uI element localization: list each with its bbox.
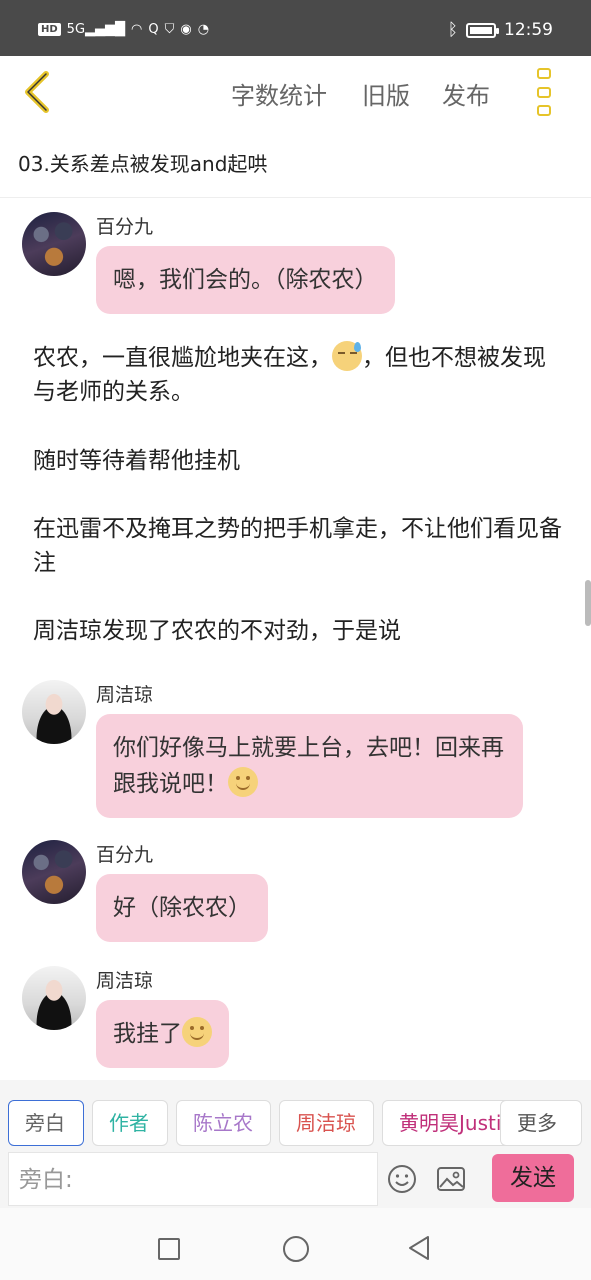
avatar[interactable] xyxy=(22,680,86,744)
bluetooth-icon: ᛒ xyxy=(447,20,458,40)
smile-emoji-icon xyxy=(228,767,258,797)
chevron-left-icon[interactable] xyxy=(18,68,62,116)
narration-text[interactable]: 周洁琼发现了农农的不对劲，于是说 xyxy=(33,614,563,648)
vertical-dots-icon[interactable] xyxy=(532,68,556,116)
avatar[interactable] xyxy=(22,840,86,904)
search-app-icon: ◔ xyxy=(197,22,210,37)
old-version-button[interactable]: 旧版 xyxy=(362,76,410,111)
bubble-text: 你们好像马上就要上台，去吧！回来再跟我说吧！ xyxy=(113,735,504,797)
circle-home-icon[interactable] xyxy=(283,1236,309,1262)
square-icon[interactable] xyxy=(158,1238,180,1260)
avatar[interactable] xyxy=(22,966,86,1030)
speaker-name: 百分九 xyxy=(96,216,154,238)
chat-bubble[interactable]: 好（除农农） xyxy=(96,874,268,942)
bubble-text: 好（除农农） xyxy=(113,895,251,921)
triangle-back-icon[interactable] xyxy=(406,1234,432,1262)
narration-part: 农农，一直很尴尬地夹在这， xyxy=(33,345,332,371)
sweat-emoji-icon xyxy=(332,341,362,371)
word-count-button[interactable]: 字数统计 xyxy=(231,76,327,111)
speaker-name: 周洁琼 xyxy=(96,970,154,992)
app-q-icon: Q xyxy=(148,22,159,37)
narration-text[interactable]: 在迅雷不及掩耳之势的把手机拿走，不让他们看见备注 xyxy=(33,512,563,580)
wifi-icon: ◠ xyxy=(131,22,143,37)
browser-icon: ◉ xyxy=(180,22,192,37)
role-chip-chenlinong[interactable]: 陈立农 xyxy=(176,1100,271,1146)
narration-text[interactable]: 农农，一直很尴尬地夹在这， ，但也不想被发现与老师的关系。 xyxy=(33,341,563,409)
status-right: ᛒ 12:59 xyxy=(448,20,553,40)
role-chip-author[interactable]: 作者 xyxy=(92,1100,168,1146)
status-bar: HD 5G▂▄▆█ ◠ Q ⛉ ◉ ◔ ᛒ 12:59 xyxy=(0,0,591,56)
publish-button[interactable]: 发布 xyxy=(442,76,490,111)
hd-icon: HD xyxy=(38,23,61,36)
avatar[interactable] xyxy=(22,212,86,276)
battery-icon xyxy=(466,22,499,38)
smile-emoji-icon xyxy=(182,1017,212,1047)
chapter-title[interactable]: 03.关系差点被发现and起哄 xyxy=(18,148,267,177)
top-toolbar: 字数统计 旧版 发布 xyxy=(0,56,591,128)
composer-panel: 旁白 作者 陈立农 周洁琼 黄明昊Justi 更多 旁白: 发送 xyxy=(0,1080,591,1208)
more-roles-button[interactable]: 更多 xyxy=(500,1100,582,1146)
scroll-indicator[interactable] xyxy=(585,580,591,626)
chat-bubble[interactable]: 嗯，我们会的。（除农农） xyxy=(96,246,395,314)
narration-text[interactable]: 随时等待着帮他挂机 xyxy=(33,444,563,478)
role-chip-huangminghao[interactable]: 黄明昊Justi xyxy=(382,1100,512,1146)
narration-input[interactable]: 旁白: xyxy=(8,1152,378,1206)
image-icon[interactable] xyxy=(436,1164,466,1194)
signal-icon: 5G▂▄▆█ xyxy=(66,22,126,37)
speaker-name: 周洁琼 xyxy=(96,684,154,706)
chat-bubble[interactable]: 我挂了 xyxy=(96,1000,229,1068)
bubble-text: 嗯，我们会的。（除农农） xyxy=(113,267,378,293)
emoji-icon[interactable] xyxy=(387,1164,417,1194)
bubble-text: 我挂了 xyxy=(113,1021,182,1047)
role-chip-zhoujieqiong[interactable]: 周洁琼 xyxy=(279,1100,374,1146)
chat-bubble[interactable]: 你们好像马上就要上台，去吧！回来再跟我说吧！ xyxy=(96,714,523,818)
clock: 12:59 xyxy=(504,20,553,40)
send-button[interactable]: 发送 xyxy=(492,1154,574,1202)
role-chip-narrator[interactable]: 旁白 xyxy=(8,1100,84,1146)
status-left-icons: HD 5G▂▄▆█ ◠ Q ⛉ ◉ ◔ xyxy=(38,22,209,37)
system-nav-bar xyxy=(0,1208,591,1280)
speaker-name: 百分九 xyxy=(96,844,154,866)
shield-icon: ⛉ xyxy=(164,22,175,37)
divider xyxy=(0,197,591,198)
